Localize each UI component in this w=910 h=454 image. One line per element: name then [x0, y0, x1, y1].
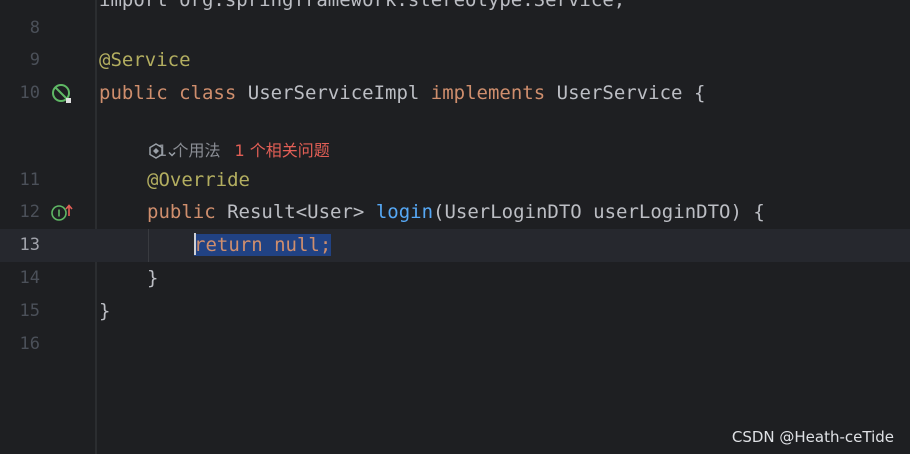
code-line-16: 16	[0, 328, 910, 361]
return-type: Result<User>	[227, 201, 365, 223]
keyword: public	[99, 82, 168, 104]
code-line-11: 11 @Override	[0, 164, 910, 197]
text-caret	[194, 232, 196, 255]
line-number: 14	[19, 268, 40, 288]
null-literal: null;	[274, 234, 332, 256]
implements-method-icon[interactable]	[50, 202, 74, 228]
code-text[interactable]: @Override	[147, 164, 250, 197]
keyword: return	[194, 234, 263, 256]
code-line-15: 15 }	[0, 295, 910, 328]
line-number: 15	[19, 301, 40, 321]
code-line-8: 8	[0, 12, 910, 45]
code-line-12: 12 public Result<User> login(UserLoginDT…	[0, 196, 910, 229]
code-line-9: 9 @Service	[0, 44, 910, 77]
keyword: class	[179, 82, 237, 104]
keyword: public	[147, 201, 216, 223]
watermark: CSDN @Heath-ceTide	[731, 428, 894, 446]
code-line-14: 14 }	[0, 262, 910, 295]
ai-assistant-icon	[147, 142, 165, 164]
keyword: implements	[430, 82, 546, 104]
code-text[interactable]: public class UserServiceImpl implements …	[99, 77, 705, 110]
annotation-service: @Service	[99, 49, 191, 71]
line-number: 9	[29, 50, 40, 70]
code-text[interactable]: }	[99, 295, 110, 328]
no-entry-icon[interactable]	[51, 83, 73, 109]
annotation-override: @Override	[147, 169, 250, 191]
line-number: 16	[19, 334, 40, 354]
code-line-10: 10 public class UserServiceImpl implemen…	[0, 77, 910, 110]
interface-name: UserService	[556, 82, 683, 104]
code-text[interactable]: public Result<User> login(UserLoginDTO u…	[147, 196, 765, 229]
text-selection[interactable]: return null;	[194, 232, 332, 256]
code-line-13: 13 return null;	[0, 229, 910, 262]
line-number: 11	[19, 170, 40, 190]
indent-guide	[148, 229, 149, 262]
ai-action-button[interactable]	[147, 142, 177, 164]
chevron-down-icon	[167, 144, 177, 163]
method-params: (UserLoginDTO userLoginDTO) {	[433, 201, 765, 223]
brace: {	[693, 82, 706, 104]
inlay-hint: 1 个用法 1 个相关问题	[147, 115, 330, 160]
line-number: 8	[29, 18, 40, 38]
code-text[interactable]: return null;	[194, 229, 332, 262]
line-number: 12	[19, 202, 40, 222]
code-text[interactable]: }	[147, 262, 158, 295]
class-name: UserServiceImpl	[247, 82, 420, 104]
line-number: 10	[19, 83, 40, 103]
code-text[interactable]: @Service	[99, 44, 191, 77]
line-number: 13	[19, 235, 40, 255]
method-name: login	[375, 201, 434, 223]
related-problems-link[interactable]: 1 个相关问题	[234, 141, 329, 160]
